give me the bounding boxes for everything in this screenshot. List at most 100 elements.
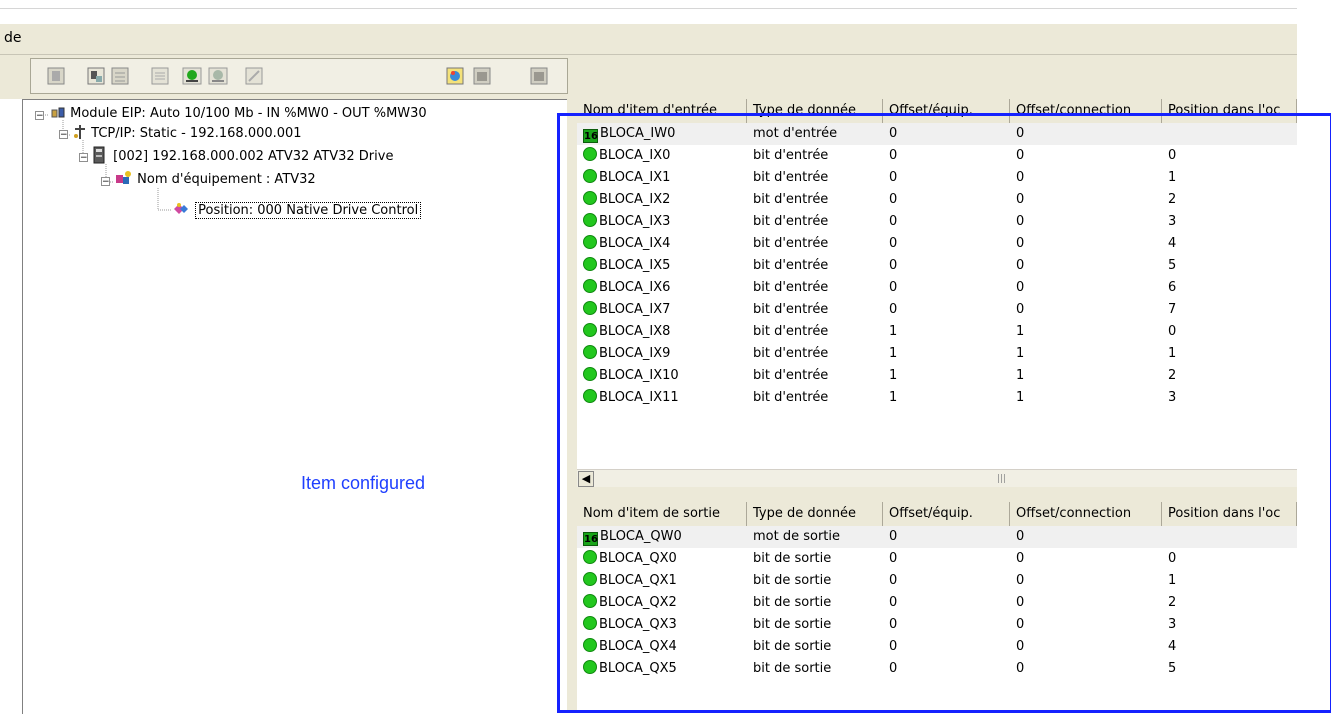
cell-position: 0	[1168, 145, 1297, 167]
column-header-data-type[interactable]: Type de donnée	[747, 99, 883, 123]
table-row[interactable]: BLOCA_IX9 bit d'entrée 1 1 1	[577, 343, 1297, 365]
table-row[interactable]: BLOCA_IX3 bit d'entrée 0 0 3	[577, 211, 1297, 233]
table-row[interactable]: BLOCA_IX10 bit d'entrée 1 1 2	[577, 365, 1297, 387]
cell-offset-connection: 0	[1016, 255, 1162, 277]
cell-text: bit d'entrée	[753, 236, 829, 251]
tree-item-equipment[interactable]: Nom d'équipement : ATV32	[115, 170, 316, 190]
connect-icon[interactable]	[181, 65, 203, 87]
tree-item-tcpip[interactable]: TCP/IP: Static - 192.168.000.001	[73, 124, 302, 144]
table-row[interactable]: BLOCA_IX11 bit d'entrée 1 1 3	[577, 387, 1297, 409]
collapse-toggle[interactable]: −	[35, 111, 44, 121]
cell-text: 0	[889, 661, 898, 676]
cell-offset-connection: 0	[1016, 189, 1162, 211]
cell-data-type: bit de sortie	[753, 636, 883, 658]
table-row[interactable]: BLOCA_IX2 bit d'entrée 0 0 2	[577, 189, 1297, 211]
collapse-toggle[interactable]: −	[79, 153, 88, 163]
table-row[interactable]: BLOCA_QX2 bit de sortie 0 0 2	[577, 592, 1297, 614]
export-icon[interactable]	[471, 65, 493, 87]
cell-offset-connection: 0	[1016, 123, 1162, 145]
cell-offset-equipment: 1	[889, 387, 1010, 409]
cell-text: BLOCA_QX4	[599, 639, 677, 654]
list-icon[interactable]	[149, 65, 171, 87]
cell-text: 0	[889, 280, 898, 295]
horizontal-scrollbar[interactable]: ◀ |||	[577, 469, 1297, 488]
table-row[interactable]: BLOCA_QX0 bit de sortie 0 0 0	[577, 548, 1297, 570]
bit-icon	[583, 279, 597, 293]
table-row[interactable]: BLOCA_IX4 bit d'entrée 0 0 4	[577, 233, 1297, 255]
scrollbar-grip[interactable]: |||	[997, 474, 1006, 484]
column-header-data-type[interactable]: Type de donnée	[747, 502, 883, 526]
cell-data-type: mot d'entrée	[753, 123, 883, 145]
column-header-offset-connection[interactable]: Offset/connection	[1010, 502, 1162, 526]
cell-text: bit d'entrée	[753, 280, 829, 295]
cell-text: 4	[1168, 236, 1177, 251]
horizontal-splitter[interactable]	[577, 487, 1297, 502]
vertical-splitter[interactable]	[567, 99, 577, 713]
tree-item-label: [002] 192.168.000.002 ATV32 ATV32 Drive	[113, 149, 394, 164]
cell-text: bit de sortie	[753, 639, 832, 654]
cell-text: 4	[1168, 639, 1177, 654]
cell-item-name: BLOCA_QX4	[583, 636, 747, 658]
wizard-icon[interactable]	[243, 65, 265, 87]
cell-offset-equipment: 0	[889, 167, 1010, 189]
column-header-position[interactable]: Position dans l'oc	[1162, 502, 1297, 526]
bit-icon	[583, 301, 597, 315]
table-row[interactable]: BLOCA_QX1 bit de sortie 0 0 1	[577, 570, 1297, 592]
table-row[interactable]: BLOCA_IX6 bit d'entrée 0 0 6	[577, 277, 1297, 299]
cell-item-name: BLOCA_IX3	[583, 211, 747, 233]
menu-item[interactable]: de	[4, 30, 22, 46]
collapse-toggle[interactable]: −	[101, 177, 110, 187]
cell-position: 0	[1168, 548, 1297, 570]
table-row[interactable]: BLOCA_QX5 bit de sortie 0 0 5	[577, 658, 1297, 680]
cell-text: 0	[1016, 551, 1025, 566]
cell-item-name: BLOCA_IX6	[583, 277, 747, 299]
table-row[interactable]: BLOCA_IX1 bit d'entrée 0 0 1	[577, 167, 1297, 189]
bit-icon	[583, 257, 597, 271]
column-header-position[interactable]: Position dans l'oc	[1162, 99, 1297, 123]
cell-text: bit d'entrée	[753, 302, 829, 317]
cell-text: 2	[1168, 595, 1177, 610]
disconnect-icon[interactable]	[207, 65, 229, 87]
column-header-item-name[interactable]: Nom d'item d'entrée	[577, 99, 747, 123]
import-icon[interactable]	[444, 65, 466, 87]
table-row[interactable]: BLOCA_IX0 bit d'entrée 0 0 0	[577, 145, 1297, 167]
cell-offset-equipment: 1	[889, 365, 1010, 387]
table-row[interactable]: BLOCA_QX4 bit de sortie 0 0 4	[577, 636, 1297, 658]
cell-text: BLOCA_IX7	[599, 302, 671, 317]
column-header-offset-equipment[interactable]: Offset/équip.	[883, 99, 1010, 123]
delete-icon[interactable]	[45, 65, 67, 87]
collapse-toggle[interactable]: −	[59, 130, 68, 140]
table-row[interactable]: BLOCA_IX8 bit d'entrée 1 1 0	[577, 321, 1297, 343]
cell-text: 0	[1016, 639, 1025, 654]
cell-item-name: BLOCA_IX10	[583, 365, 747, 387]
device-icon[interactable]	[85, 65, 107, 87]
cell-offset-connection: 0	[1016, 277, 1162, 299]
properties-icon[interactable]	[109, 65, 131, 87]
table-row[interactable]: 16 BLOCA_QW0 mot de sortie 0 0	[577, 526, 1297, 548]
table-row[interactable]: BLOCA_IX7 bit d'entrée 0 0 7	[577, 299, 1297, 321]
cell-text: bit d'entrée	[753, 214, 829, 229]
cell-text: 0	[1016, 302, 1025, 317]
table-row[interactable]: BLOCA_IX5 bit d'entrée 0 0 5	[577, 255, 1297, 277]
cell-text: BLOCA_IX3	[599, 214, 671, 229]
tree-item-device[interactable]: [002] 192.168.000.002 ATV32 ATV32 Drive	[93, 146, 393, 166]
table-row[interactable]: 16 BLOCA_IW0 mot d'entrée 0 0	[577, 123, 1297, 145]
cell-item-name: BLOCA_QX5	[583, 658, 747, 680]
cell-text: 0	[1016, 258, 1025, 273]
column-header-offset-connection[interactable]: Offset/connection	[1010, 99, 1162, 123]
scroll-left-icon[interactable]: ◀	[578, 471, 594, 487]
column-header-item-name[interactable]: Nom d'item de sortie	[577, 502, 747, 526]
cell-text: 7	[1168, 302, 1177, 317]
tree-item-position[interactable]: Position: 000 Native Drive Control	[171, 201, 422, 221]
cell-text: 0	[1168, 551, 1177, 566]
cell-offset-connection: 1	[1016, 321, 1162, 343]
save-icon[interactable]	[528, 65, 550, 87]
cell-offset-connection: 0	[1016, 548, 1162, 570]
annotation-label: Item configured	[301, 473, 426, 493]
table-row[interactable]: BLOCA_QX3 bit de sortie 0 0 3	[577, 614, 1297, 636]
cell-item-name: BLOCA_IX9	[583, 343, 747, 365]
column-header-offset-equipment[interactable]: Offset/équip.	[883, 502, 1010, 526]
tree-item-module[interactable]: Module EIP: Auto 10/100 Mb - IN %MW0 - O…	[50, 104, 427, 124]
cell-offset-equipment: 0	[889, 570, 1010, 592]
cell-text: 0	[889, 551, 898, 566]
